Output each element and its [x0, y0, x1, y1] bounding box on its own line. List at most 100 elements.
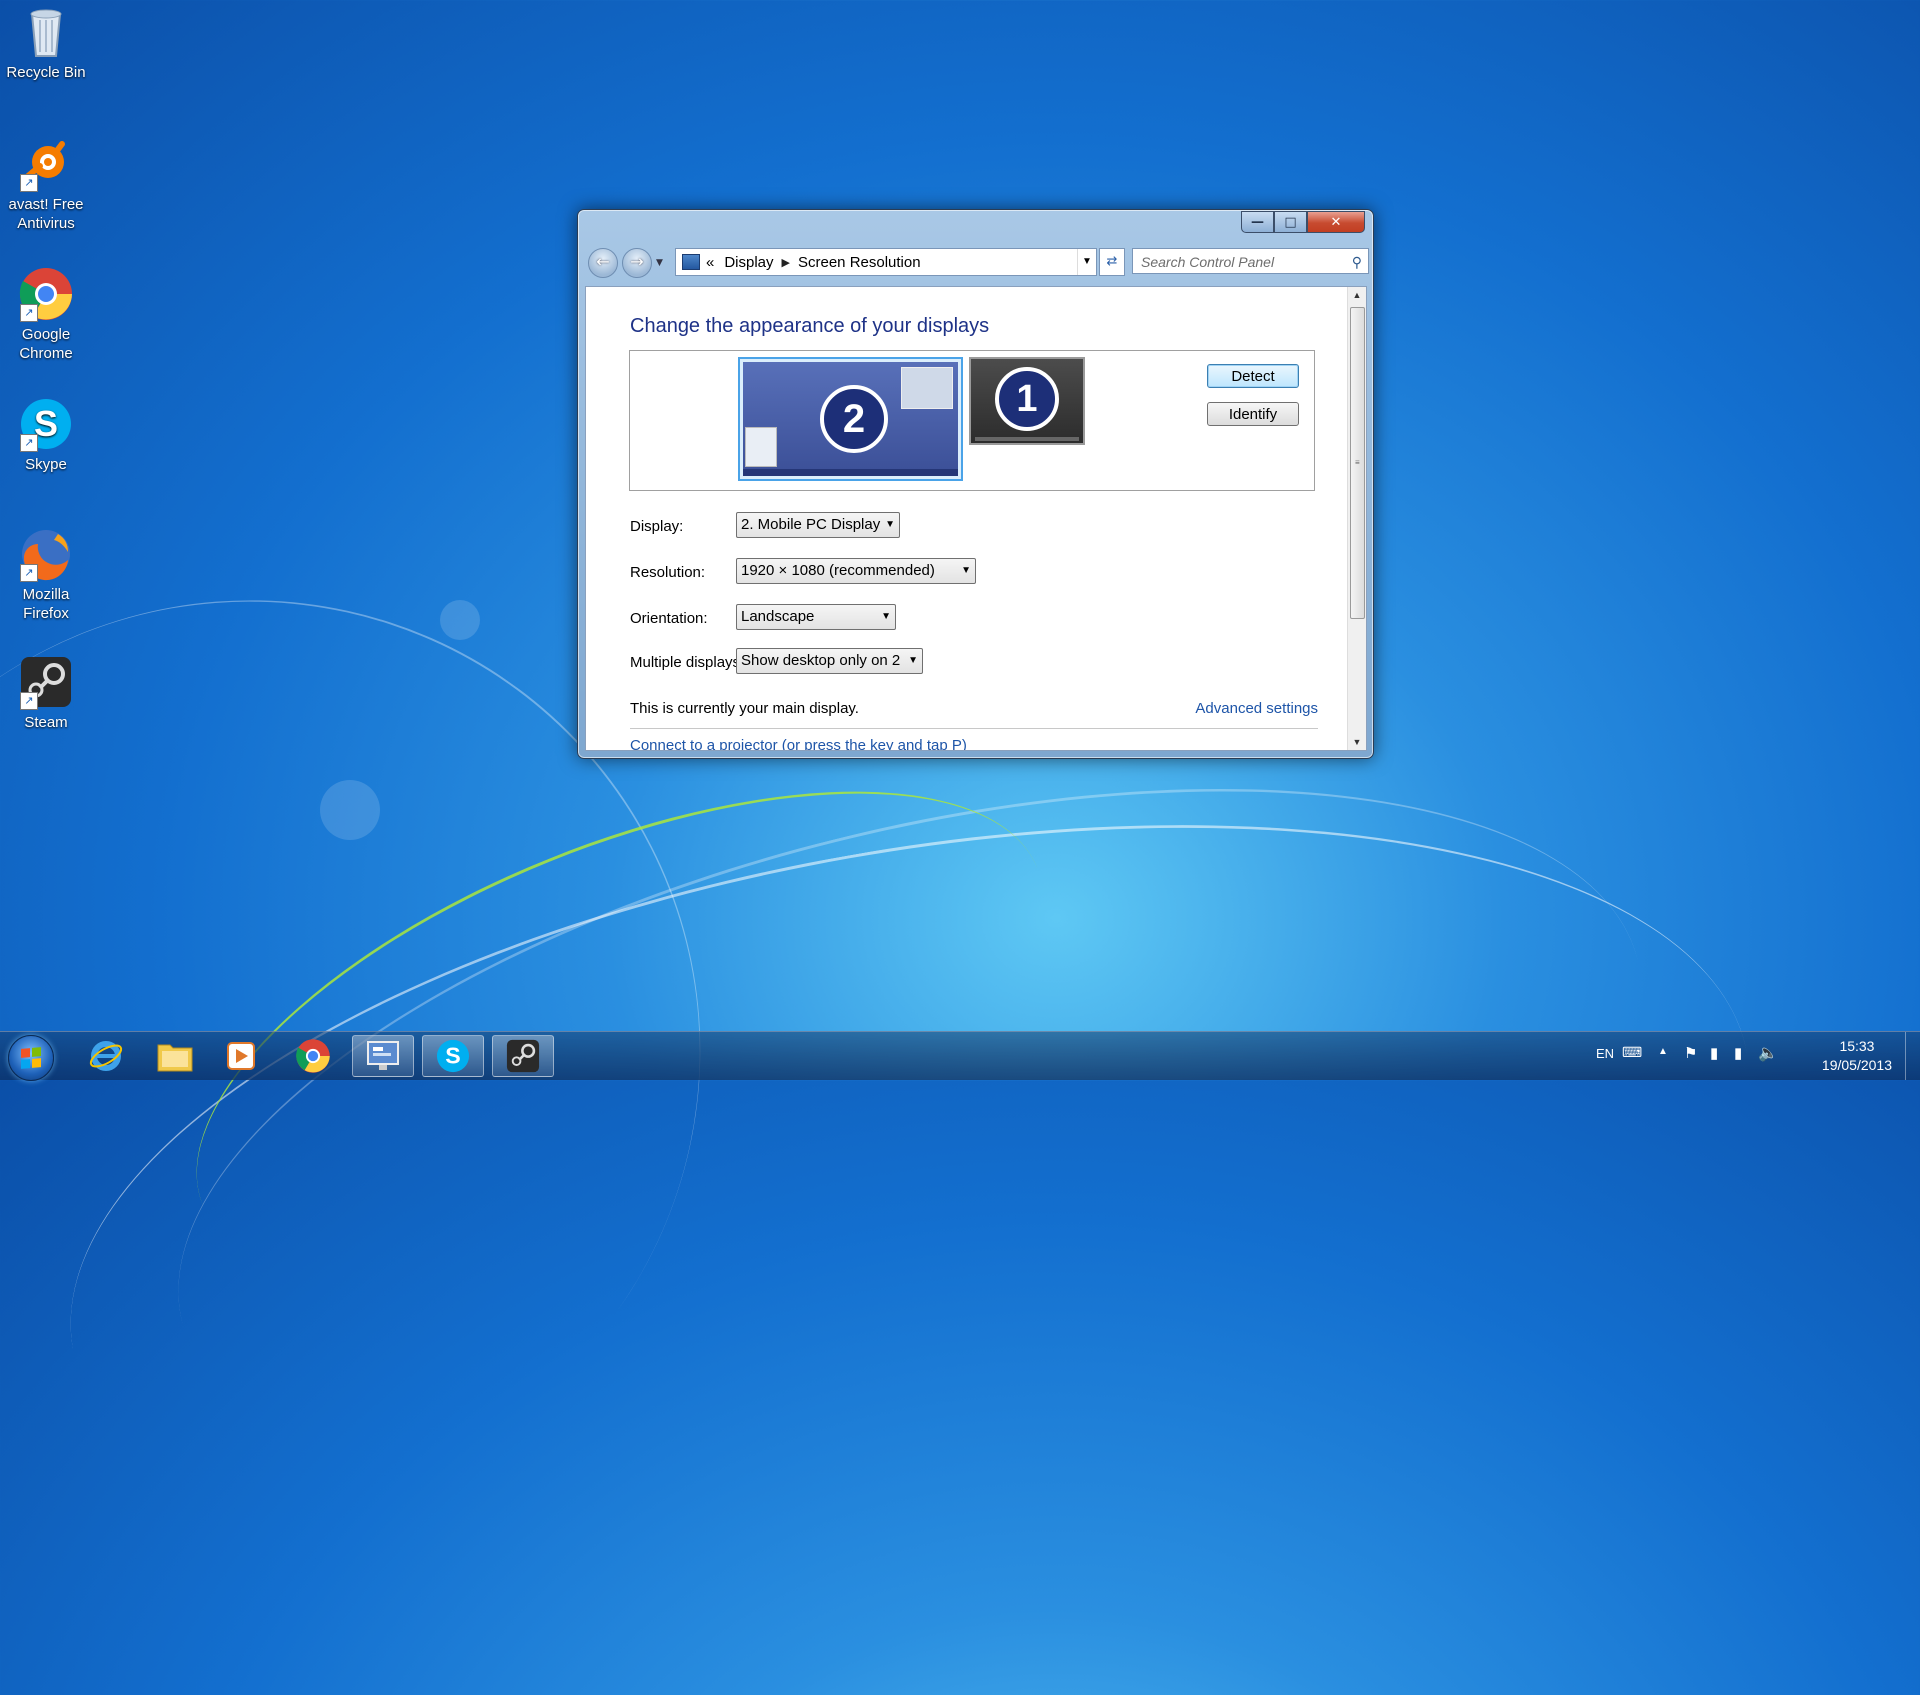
desktop-icon-label: Google Chrome [19, 326, 73, 362]
refresh-button[interactable]: ⇄ [1099, 248, 1125, 276]
page-title: Change the appearance of your displays [630, 315, 990, 337]
show-desktop-button[interactable] [1905, 1032, 1920, 1080]
taskbar-chrome[interactable] [282, 1035, 344, 1077]
maximize-button[interactable]: □ [1274, 211, 1307, 233]
taskbar-control-panel[interactable] [352, 1035, 414, 1077]
close-icon: ✕ [1330, 214, 1342, 230]
language-indicator[interactable]: EN [1596, 1046, 1614, 1061]
multiple-displays-select-value: Show desktop only on 2 [741, 652, 901, 669]
search-placeholder: Search Control Panel [1141, 254, 1275, 270]
folder-icon [157, 1044, 193, 1072]
multiple-displays-select[interactable]: Show desktop only on 2 ▼ [736, 648, 923, 674]
desktop-icon-label: Recycle Bin [6, 64, 86, 81]
internet-explorer-icon [89, 1041, 123, 1071]
steam-icon: ↗ [18, 654, 74, 710]
window-thumbnail-icon [901, 367, 953, 409]
maximize-icon: □ [1284, 214, 1297, 230]
taskbar-steam[interactable] [492, 1035, 554, 1077]
address-bar[interactable]: « Display ▶ Screen Resolution ▼ [675, 248, 1097, 276]
start-button[interactable] [8, 1035, 54, 1081]
skype-icon: S [436, 1039, 470, 1073]
chrome-icon: ↗ [18, 266, 74, 322]
detect-button[interactable]: Detect [1207, 364, 1299, 388]
breadcrumb-screen-resolution[interactable]: Screen Resolution [798, 254, 921, 271]
desktop-icon-avast[interactable]: ↗ avast! Free Antivirus [6, 136, 86, 233]
windows-logo-icon [21, 1047, 41, 1069]
desktop-icon-recycle-bin[interactable]: Recycle Bin [6, 4, 86, 82]
monitor-stand [975, 437, 1079, 441]
forward-button[interactable]: → [622, 248, 652, 278]
multiple-displays-label: Multiple displays: [630, 654, 745, 671]
divider [630, 728, 1318, 729]
monitor-number-badge: 2 [820, 385, 888, 453]
search-icon[interactable]: ⚲ [1352, 249, 1362, 275]
display-label: Display: [630, 518, 684, 535]
desktop-icon-firefox[interactable]: ↗ Mozilla Firefox [6, 526, 86, 623]
avast-icon: ↗ [18, 136, 74, 192]
wallpaper-sparkle [320, 780, 380, 840]
monitor-2[interactable]: 2 [738, 357, 963, 481]
orientation-label: Orientation: [630, 610, 708, 627]
shortcut-arrow-icon: ↗ [20, 304, 38, 322]
chevron-down-icon: ▼ [885, 519, 895, 530]
back-button[interactable]: ← [588, 248, 618, 278]
breadcrumb-overflow[interactable]: « [706, 254, 714, 271]
content-pane: Change the appearance of your displays 2… [585, 286, 1367, 751]
taskbar-internet-explorer[interactable] [75, 1035, 137, 1077]
volume-icon[interactable]: 🔈 [1758, 1043, 1778, 1063]
keyboard-icon[interactable]: ⌨ [1622, 1044, 1642, 1061]
action-center-flag-icon[interactable]: ⚑ [1684, 1044, 1697, 1062]
forward-arrow-icon: → [630, 252, 644, 271]
minimize-icon: — [1251, 214, 1264, 230]
taskbar-windows-explorer[interactable] [144, 1035, 206, 1077]
monitor-arrangement-area: 2 1 Detect Identify [629, 350, 1315, 491]
desktop-icon-label: avast! Free Antivirus [8, 196, 84, 232]
chevron-down-icon: ▼ [908, 655, 918, 666]
monitor-taskbar-strip [743, 469, 958, 476]
battery-icon[interactable]: ▮ [1710, 1044, 1718, 1062]
network-signal-icon[interactable]: ▮ [1734, 1044, 1742, 1062]
breadcrumb-separator-icon[interactable]: ▶ [782, 256, 790, 269]
shortcut-arrow-icon: ↗ [20, 692, 38, 710]
desktop-icon-skype[interactable]: S ↗ Skype [6, 396, 86, 474]
scroll-up-icon[interactable]: ▲ [1348, 287, 1366, 303]
display-select[interactable]: 2. Mobile PC Display ▼ [736, 512, 900, 538]
desktop-icon-chrome[interactable]: ↗ Google Chrome [6, 266, 86, 363]
chevron-down-icon: ▼ [656, 258, 663, 268]
breadcrumb-display[interactable]: Display [724, 254, 773, 271]
monitor-1[interactable]: 1 [969, 357, 1085, 445]
grip-icon: ≡ [1355, 458, 1360, 467]
taskbar-skype[interactable]: S [422, 1035, 484, 1077]
firefox-icon: ↗ [18, 526, 74, 582]
show-hidden-icons-icon[interactable]: ▲ [1658, 1046, 1668, 1057]
wallpaper-sparkle [440, 600, 480, 640]
desktop-icon-steam[interactable]: ↗ Steam [6, 654, 86, 732]
taskbar-media-player[interactable] [210, 1035, 272, 1077]
advanced-settings-link[interactable]: Advanced settings [1195, 700, 1318, 717]
address-dropdown-icon[interactable]: ▼ [1077, 249, 1096, 275]
scrollbar-thumb[interactable]: ≡ [1350, 307, 1365, 619]
desktop-icon-label: Skype [25, 456, 67, 473]
caption-buttons: — □ ✕ [1241, 211, 1365, 233]
orientation-select-value: Landscape [741, 608, 815, 625]
chrome-icon [296, 1039, 330, 1073]
desktop-icon-label: Steam [24, 714, 68, 731]
navigation-bar: ← → ▼ « Display ▶ Screen Resolution ▼ ⇄ … [588, 246, 1369, 278]
orientation-select[interactable]: Landscape ▼ [736, 604, 896, 630]
window-thumbnail-icon [745, 427, 777, 467]
recent-pages-dropdown[interactable]: ▼ [656, 258, 663, 268]
skype-icon: S ↗ [18, 396, 74, 452]
minimize-button[interactable]: — [1241, 211, 1274, 233]
identify-button[interactable]: Identify [1207, 402, 1299, 426]
close-button[interactable]: ✕ [1307, 211, 1365, 233]
clock-date: 19/05/2013 [1821, 1057, 1892, 1073]
resolution-select[interactable]: 1920 × 1080 (recommended) ▼ [736, 558, 976, 584]
chevron-down-icon: ▼ [961, 565, 971, 576]
scroll-down-icon[interactable]: ▼ [1348, 734, 1366, 750]
connect-projector-link[interactable]: Connect to a projector (or press the key… [630, 737, 967, 750]
search-input[interactable]: Search Control Panel ⚲ [1132, 248, 1369, 274]
media-player-icon [227, 1042, 255, 1070]
vertical-scrollbar[interactable]: ▲ ≡ ▼ [1347, 287, 1366, 750]
control-panel-icon [682, 254, 700, 270]
clock[interactable]: 15:33 19/05/2013 [1822, 1037, 1892, 1075]
